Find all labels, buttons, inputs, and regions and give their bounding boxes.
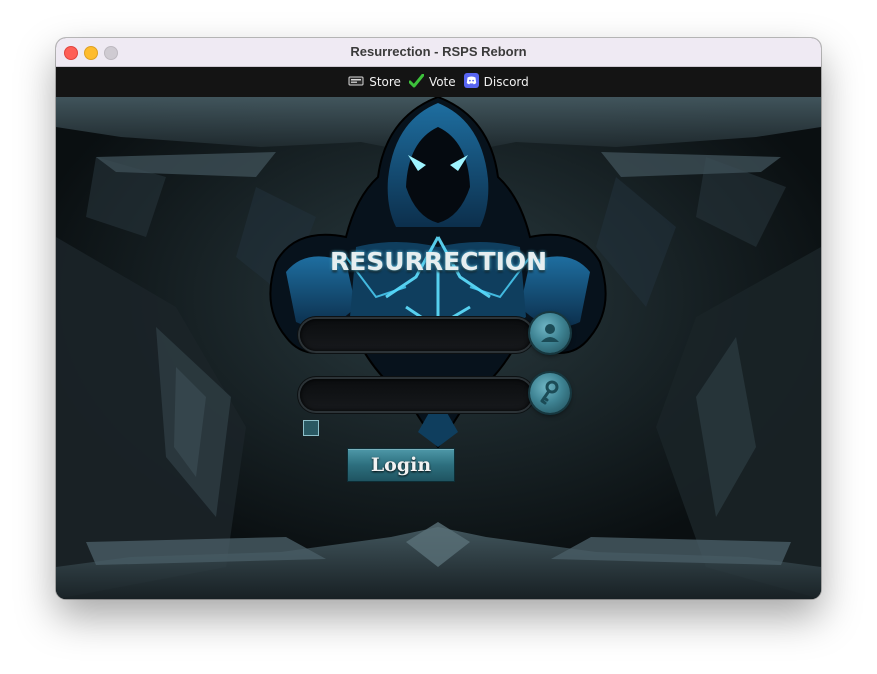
app-window: Resurrection - RSPS Reborn Store Vote Di… [56, 38, 821, 599]
username-input[interactable] [312, 323, 526, 349]
password-input[interactable] [312, 383, 526, 409]
link-toolbar: Store Vote Discord [56, 67, 821, 97]
username-field[interactable] [300, 319, 532, 351]
checkmark-icon [408, 73, 425, 91]
store-link-label: Store [369, 75, 401, 89]
vote-link[interactable]: Vote [408, 73, 456, 91]
discord-icon [463, 73, 479, 91]
discord-link-label: Discord [483, 75, 529, 89]
user-icon [530, 313, 570, 353]
window-title: Resurrection - RSPS Reborn [350, 44, 527, 59]
title-bar[interactable]: Resurrection - RSPS Reborn [56, 38, 821, 67]
game-logo-text: RESURRECTION [329, 247, 548, 276]
vote-link-label: Vote [428, 75, 456, 89]
login-button[interactable]: Login [347, 448, 455, 482]
store-icon [348, 75, 364, 90]
store-link[interactable]: Store [348, 75, 401, 90]
game-client-area: RESURRECTION Login [56, 97, 821, 599]
key-icon [530, 373, 570, 413]
password-field[interactable] [300, 379, 532, 411]
discord-link[interactable]: Discord [463, 73, 529, 91]
remember-me-checkbox[interactable] [303, 420, 319, 436]
